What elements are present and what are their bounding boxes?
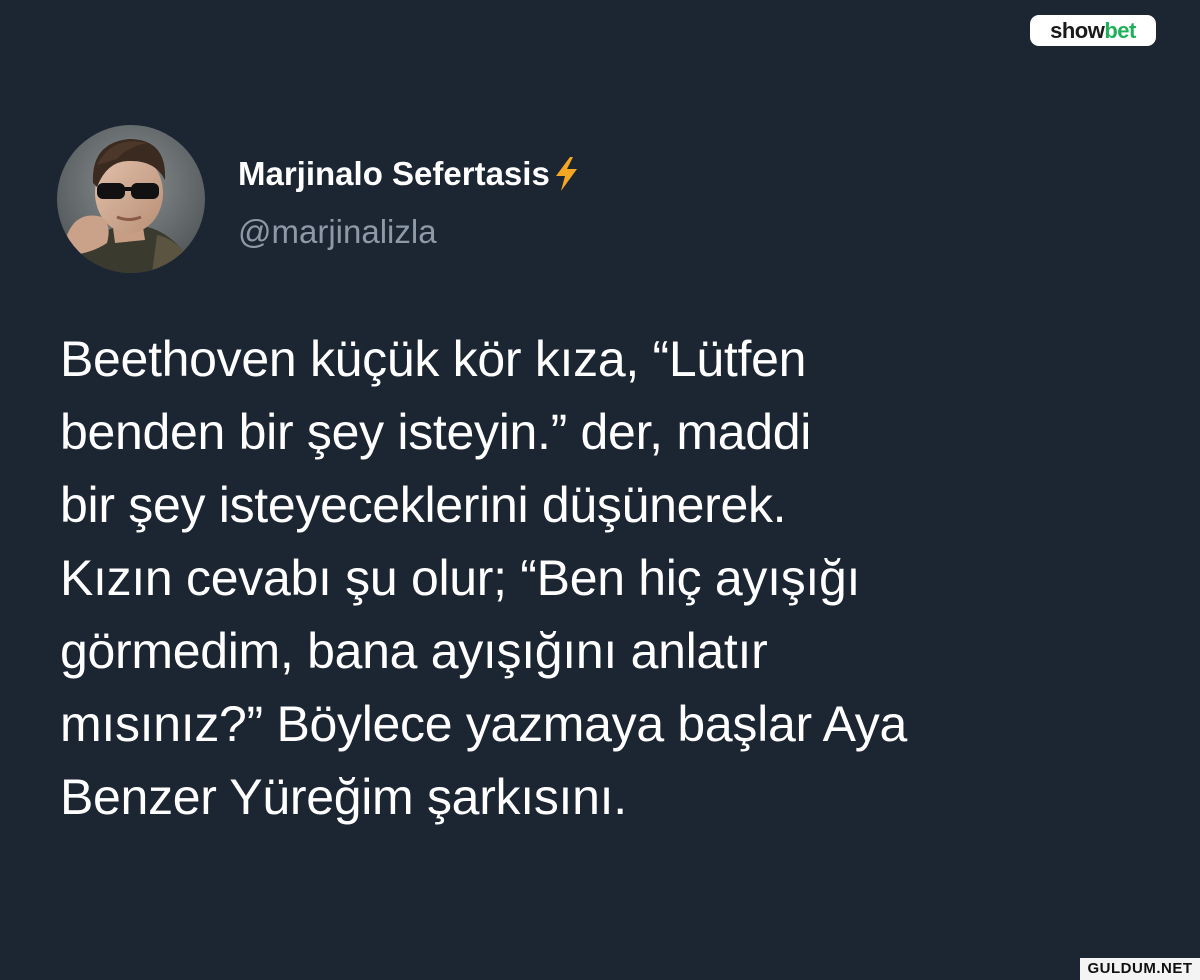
profile-photo-icon: [57, 125, 205, 273]
brand-logo-text-show: show: [1050, 17, 1105, 43]
author-name-text: Marjinalo Sefertasis: [238, 155, 550, 192]
brand-logo-text-bet: bet: [1104, 17, 1136, 43]
guldum-watermark: GULDUM.NET: [1080, 958, 1200, 980]
avatar[interactable]: [57, 125, 205, 273]
tweet-line: mısınız?” Böylece yazmaya başlar Aya: [60, 696, 907, 752]
tweet-card: show bet Marjinalo Sefertasis @marjinali…: [0, 0, 1200, 980]
tweet-line: Beethoven küçük kör kıza, “Lütfen: [60, 331, 807, 387]
author-display-name[interactable]: Marjinalo Sefertasis: [238, 152, 579, 196]
lightning-bolt-icon: [553, 157, 579, 191]
tweet-line: görmedim, bana ayışığını anlatır: [60, 623, 768, 679]
tweet-text: Beethoven küçük kör kıza, “Lütfen benden…: [60, 323, 1170, 834]
tweet-line: bir şey isteyeceklerini düşünerek.: [60, 477, 787, 533]
author-handle[interactable]: @marjinalizla: [238, 210, 437, 254]
tweet-line: Kızın cevabı şu olur; “Ben hiç ayışığı: [60, 550, 861, 606]
tweet-line: benden bir şey isteyin.” der, maddi: [60, 404, 812, 460]
tweet-line: Benzer Yüreğim şarkısını.: [60, 769, 627, 825]
showbet-logo: show bet: [1030, 15, 1156, 46]
